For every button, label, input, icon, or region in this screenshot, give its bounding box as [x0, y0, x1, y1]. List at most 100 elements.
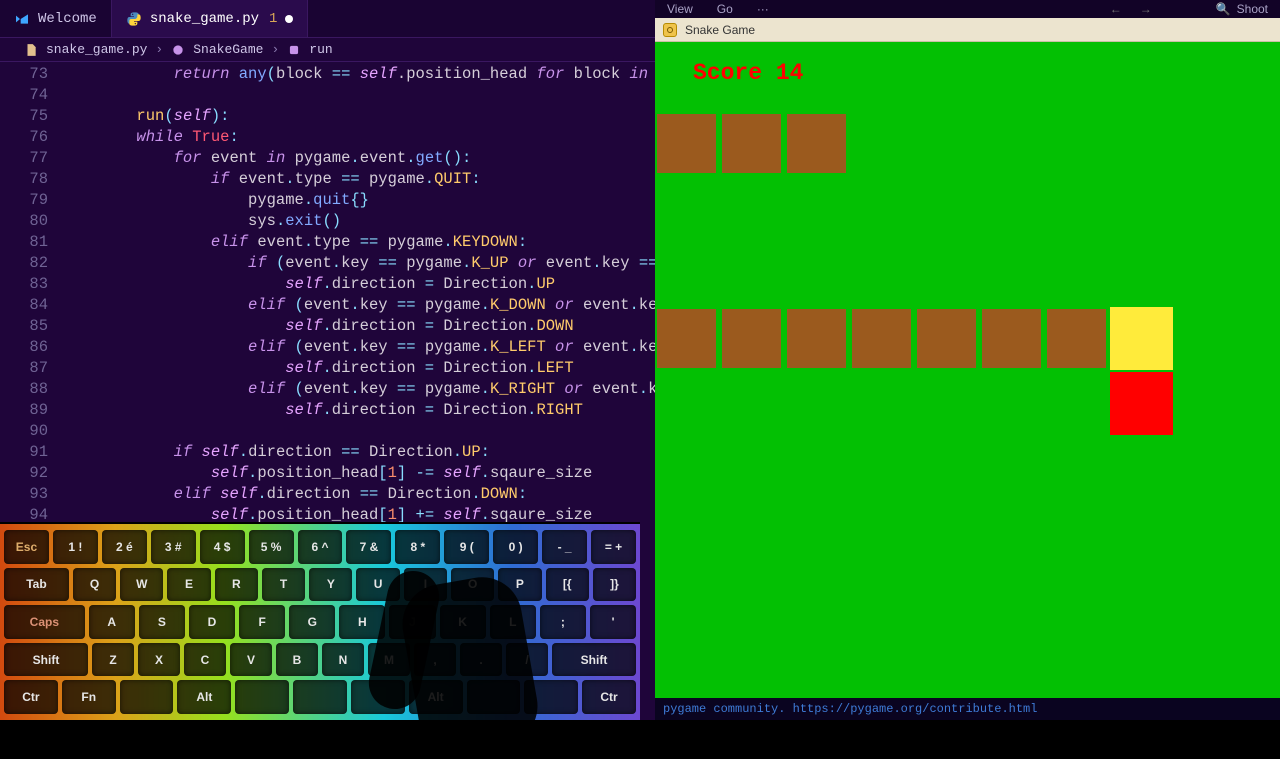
key-shift: Shift	[4, 643, 88, 677]
tab-snake-game[interactable]: snake_game.py 1	[112, 0, 309, 37]
editor-tabs: Welcome snake_game.py 1	[0, 0, 655, 38]
key-esc: Esc	[4, 530, 49, 564]
python-file-icon	[24, 43, 38, 57]
score-label: Score	[693, 60, 762, 86]
key-p: P	[498, 568, 541, 602]
snake-segment	[785, 307, 848, 370]
key-0-: 0 )	[493, 530, 538, 564]
snake-segment	[1045, 307, 1108, 370]
key-9-: 9 (	[444, 530, 489, 564]
key-i: I	[404, 568, 447, 602]
key-alt: Alt	[409, 680, 463, 714]
vscode-window: Welcome snake_game.py 1 snake_game.py › …	[0, 0, 655, 720]
snake-segment	[915, 307, 978, 370]
key--: = +	[591, 530, 636, 564]
key-f: F	[239, 605, 285, 639]
score-display: Score 14	[693, 60, 803, 86]
key--: ,	[414, 643, 456, 677]
window-titlebar[interactable]: Snake Game	[655, 18, 1280, 42]
key-blank	[524, 680, 578, 714]
key-e: E	[167, 568, 210, 602]
breadcrumb-file: snake_game.py	[46, 42, 147, 57]
keyboard-overlay: Esc1 !2 é3 #4 $5 %6 ^7 &8 *9 (0 )- _= +T…	[0, 522, 640, 720]
python-file-icon	[126, 11, 142, 27]
search-label[interactable]: Shoot	[1237, 2, 1268, 16]
key--: .	[460, 643, 502, 677]
key--: [{	[546, 568, 589, 602]
snake-segment	[720, 307, 783, 370]
key-n: N	[322, 643, 364, 677]
key-blank	[293, 680, 347, 714]
key-v: V	[230, 643, 272, 677]
tab-file-count: 1	[269, 11, 277, 27]
key-d: D	[189, 605, 235, 639]
key-shift: Shift	[552, 643, 636, 677]
snake-head	[1110, 372, 1173, 435]
snake-segment	[980, 307, 1043, 370]
key--: '	[590, 605, 636, 639]
key-k: K	[440, 605, 486, 639]
key-x: X	[138, 643, 180, 677]
menu-more[interactable]: ···	[757, 2, 769, 16]
class-icon	[171, 43, 185, 57]
key-1-: 1 !	[53, 530, 98, 564]
key-u: U	[356, 568, 399, 602]
tab-file-label: snake_game.py	[150, 11, 259, 27]
app-icon	[663, 23, 677, 37]
snake-segment	[655, 112, 718, 175]
key-r: R	[215, 568, 258, 602]
key-g: G	[289, 605, 335, 639]
menu-view[interactable]: View	[667, 2, 693, 16]
key-tab: Tab	[4, 568, 69, 602]
key-b: B	[276, 643, 318, 677]
chevron-right-icon: ›	[155, 42, 163, 57]
key-l: L	[490, 605, 536, 639]
key-2-: 2 é	[102, 530, 147, 564]
game-window: View Go ··· ← → 🔍 Shoot Snake Game Score…	[655, 0, 1280, 720]
key-m: M	[368, 643, 410, 677]
menu-go[interactable]: Go	[717, 2, 733, 16]
nav-forward-icon[interactable]: →	[1140, 2, 1152, 16]
game-canvas[interactable]: Score 14	[655, 42, 1280, 698]
key-blank	[467, 680, 521, 714]
window-title: Snake Game	[685, 23, 755, 37]
score-value: 14	[776, 60, 804, 86]
key-c: C	[184, 643, 226, 677]
key-t: T	[262, 568, 305, 602]
key--: ]}	[593, 568, 636, 602]
key-a: A	[89, 605, 135, 639]
key-s: S	[139, 605, 185, 639]
key-3-: 3 #	[151, 530, 196, 564]
key-w: W	[120, 568, 163, 602]
snake-segment	[785, 112, 848, 175]
key--: - _	[542, 530, 587, 564]
tab-welcome-label: Welcome	[38, 11, 97, 27]
breadcrumb-class: SnakeGame	[193, 42, 263, 57]
key-ctr: Ctr	[4, 680, 58, 714]
chevron-right-icon: ›	[271, 42, 279, 57]
key-6-: 6 ^	[298, 530, 343, 564]
key--: ;	[540, 605, 586, 639]
key-blank	[120, 680, 174, 714]
method-icon	[287, 43, 301, 57]
key-y: Y	[309, 568, 352, 602]
breadcrumb[interactable]: snake_game.py › SnakeGame › run	[0, 38, 655, 62]
key-blank	[235, 680, 289, 714]
search-icon: 🔍	[1216, 2, 1231, 16]
key-j: J	[389, 605, 435, 639]
key-z: Z	[92, 643, 134, 677]
key-caps: Caps	[4, 605, 85, 639]
nav-back-icon[interactable]: ←	[1110, 2, 1122, 16]
key-o: O	[451, 568, 494, 602]
key-q: Q	[73, 568, 116, 602]
key-5-: 5 %	[249, 530, 294, 564]
tab-welcome[interactable]: Welcome	[0, 0, 112, 37]
breadcrumb-method: run	[309, 42, 332, 57]
terminal-footer: pygame community. https://pygame.org/con…	[655, 698, 1280, 720]
key-blank	[351, 680, 405, 714]
app-menubar: View Go ··· ← → 🔍 Shoot	[655, 0, 1280, 18]
snake-segment	[655, 307, 718, 370]
key-h: H	[339, 605, 385, 639]
key-7-: 7 &	[346, 530, 391, 564]
snake-segment	[720, 112, 783, 175]
